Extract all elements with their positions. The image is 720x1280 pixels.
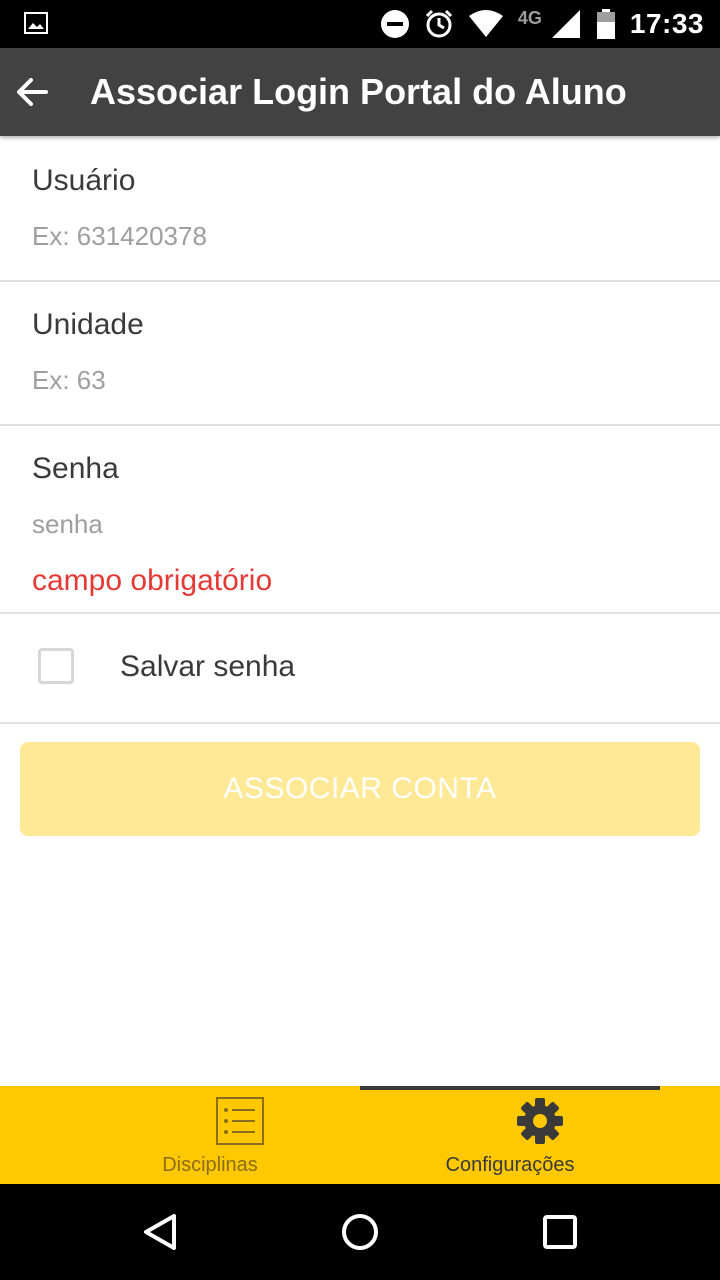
tab-configuracoes-label: Configurações xyxy=(445,1154,575,1176)
gear-icon xyxy=(517,1098,563,1144)
unidade-input[interactable] xyxy=(32,362,682,398)
do-not-disturb-icon xyxy=(380,10,409,38)
salvar-senha-checkbox[interactable] xyxy=(38,648,74,684)
usuario-field: Usuário xyxy=(0,136,720,282)
list-icon xyxy=(216,1097,264,1145)
unidade-label: Unidade xyxy=(32,308,144,341)
status-time: 17:33 xyxy=(629,8,704,39)
bottom-tab-bar: Disciplinas Configurações xyxy=(0,1086,720,1184)
senha-error-message: campo obrigatório xyxy=(32,564,273,597)
network-type: 4G xyxy=(517,7,542,28)
usuario-label: Usuário xyxy=(32,164,136,197)
nav-recents-icon[interactable] xyxy=(540,1212,580,1252)
tab-configuracoes[interactable]: Configurações xyxy=(360,1086,720,1184)
battery-icon xyxy=(596,9,615,39)
page-title: Associar Login Portal do Aluno xyxy=(90,71,627,112)
senha-field: Senha campo obrigatório xyxy=(0,426,720,614)
tab-disciplinas-label: Disciplinas xyxy=(162,1154,258,1176)
salvar-senha-label: Salvar senha xyxy=(120,650,296,683)
app-bar: Associar Login Portal do Aluno xyxy=(0,48,720,136)
image-notification-icon xyxy=(24,12,48,34)
status-bar: 4G 17:33 xyxy=(0,0,720,48)
signal-icon xyxy=(551,10,580,38)
usuario-input[interactable] xyxy=(32,218,682,254)
nav-back-icon[interactable] xyxy=(140,1212,180,1252)
system-nav-bar xyxy=(0,1184,720,1280)
salvar-senha-row[interactable]: Salvar senha xyxy=(0,614,720,724)
alarm-icon xyxy=(425,9,452,38)
associar-conta-button[interactable]: ASSOCIAR CONTA xyxy=(20,742,700,836)
unidade-field: Unidade xyxy=(0,282,720,426)
wifi-icon xyxy=(468,10,503,37)
senha-input[interactable] xyxy=(32,506,682,542)
arrow-back-icon[interactable] xyxy=(14,74,50,110)
nav-home-icon[interactable] xyxy=(340,1212,380,1252)
senha-label: Senha xyxy=(32,452,119,485)
